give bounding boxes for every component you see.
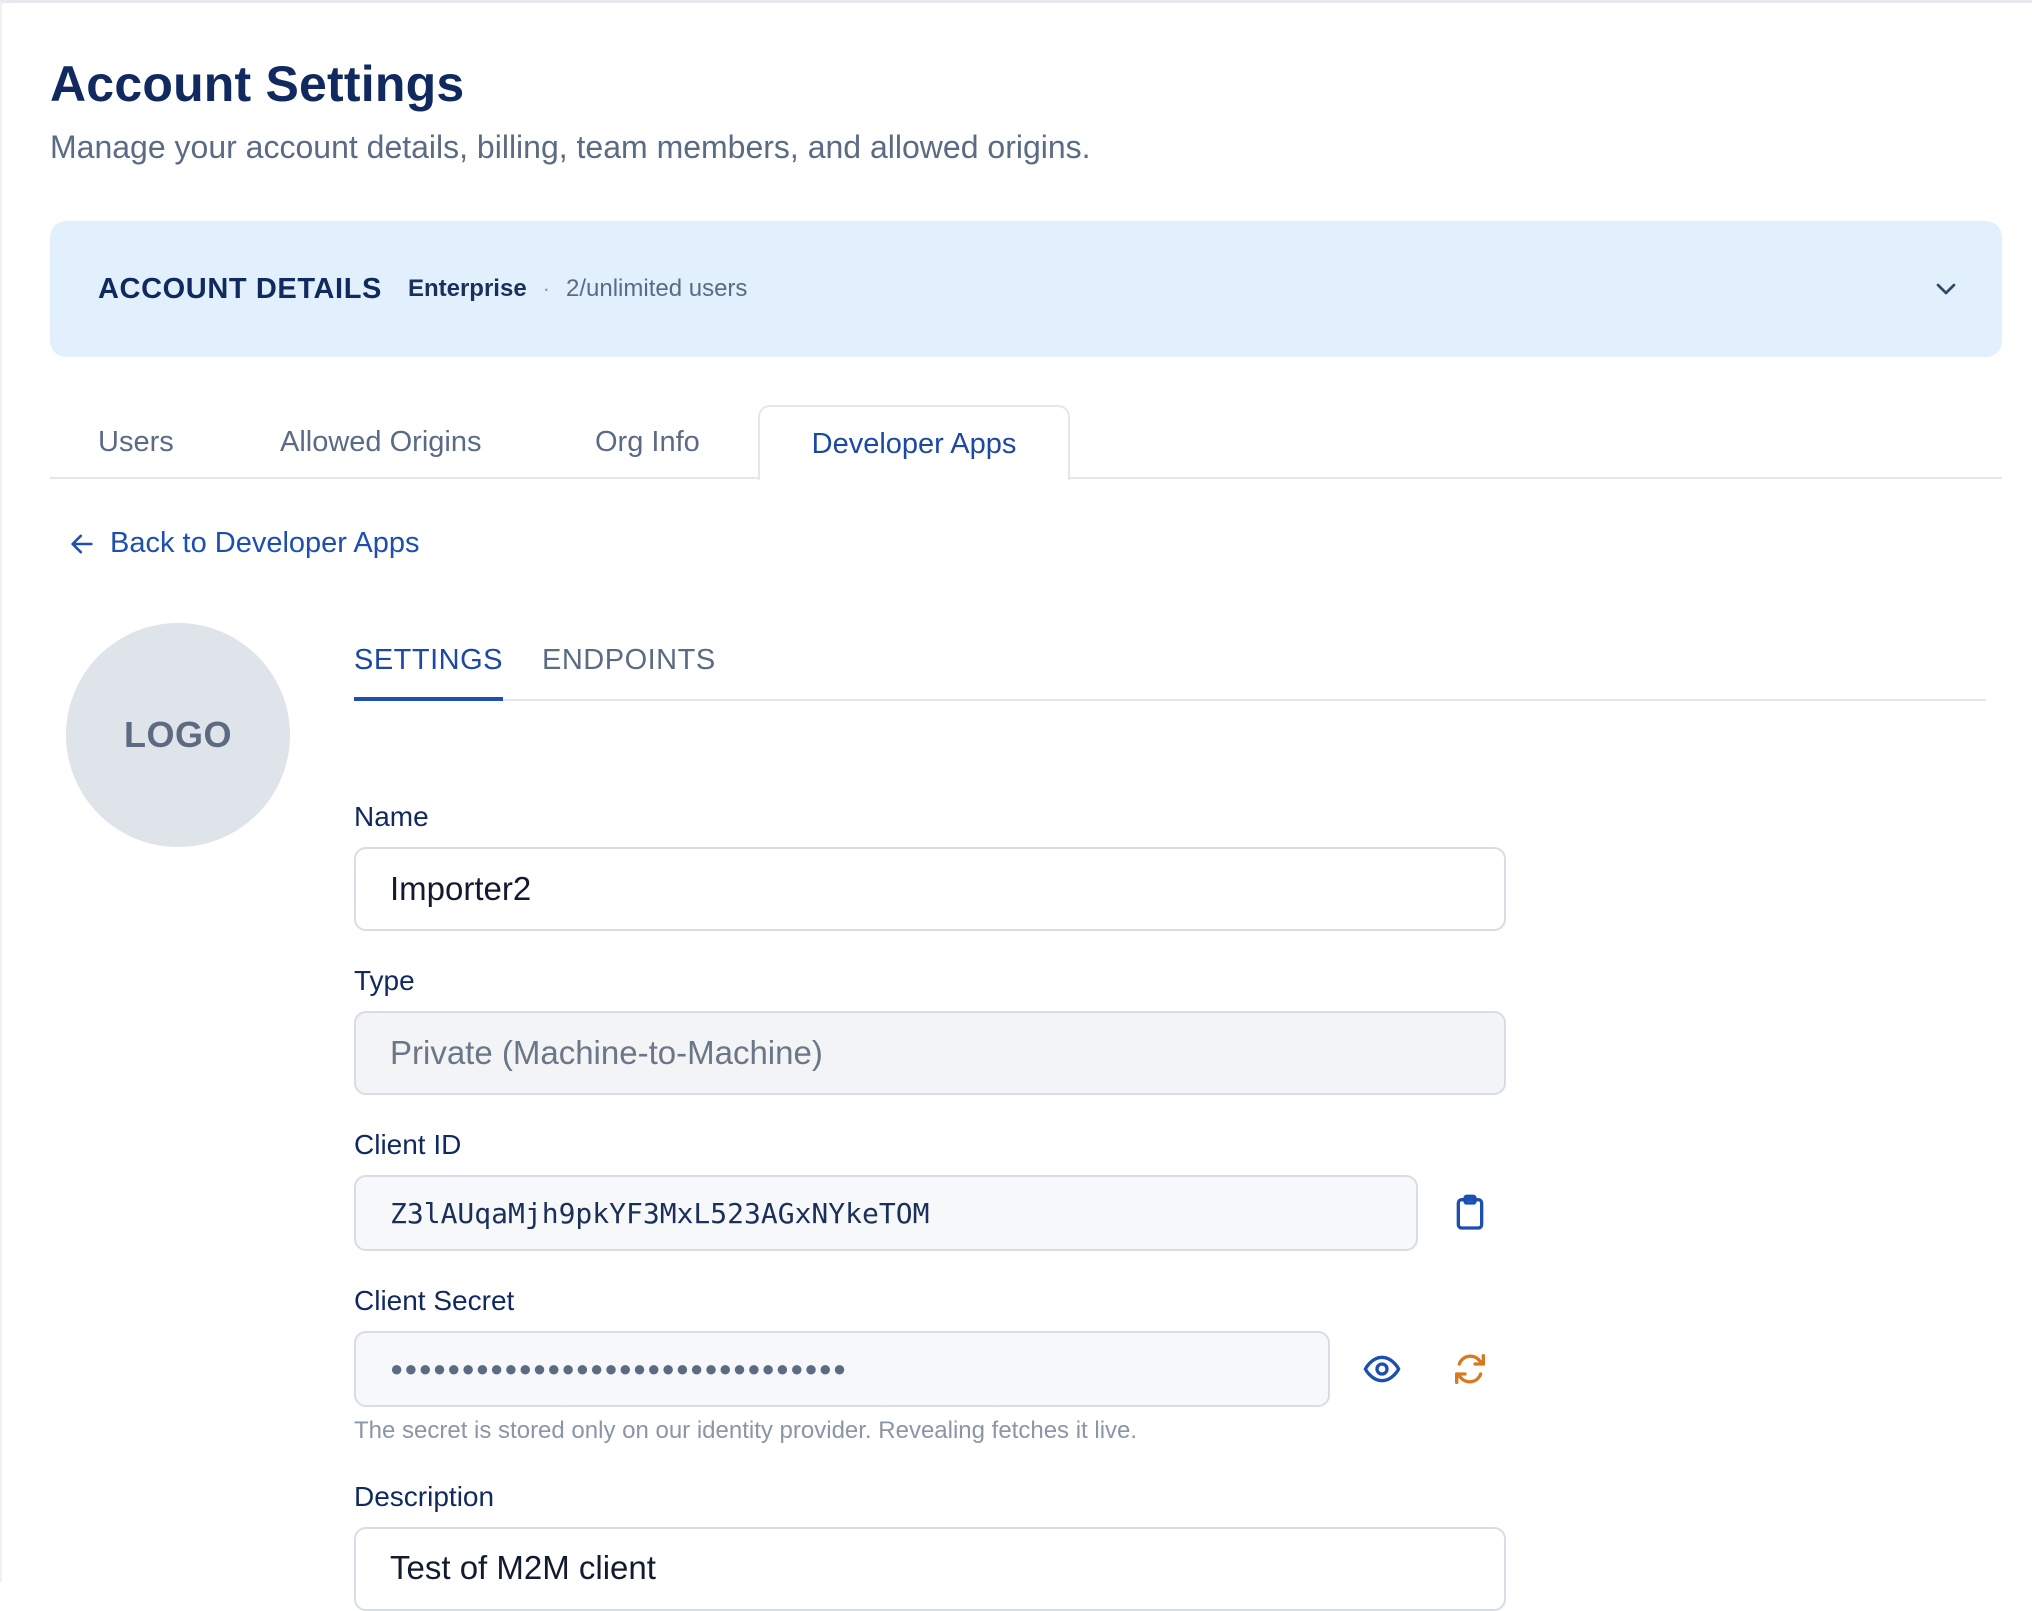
- name-input[interactable]: Importer2: [354, 847, 1506, 931]
- account-details-banner[interactable]: ACCOUNT DETAILS Enterprise · 2/unlimited…: [50, 221, 2002, 357]
- client-secret-field[interactable]: ●●●●●●●●●●●●●●●●●●●●●●●●●●●●●●●●: [354, 1331, 1330, 1407]
- description-label: Description: [354, 1481, 495, 1512]
- page-title: Account Settings: [50, 56, 465, 112]
- name-label: Name: [354, 801, 429, 832]
- back-to-developer-apps-link[interactable]: Back to Developer Apps: [68, 527, 420, 560]
- tab-developer-apps[interactable]: Developer Apps: [758, 405, 1070, 481]
- tab-org-info[interactable]: Org Info: [595, 405, 700, 479]
- app-subtabs: SETTINGS ENDPOINTS: [354, 635, 1986, 701]
- back-link-label: Back to Developer Apps: [110, 527, 420, 559]
- type-field: Private (Machine-to-Machine): [354, 1011, 1506, 1095]
- app-logo[interactable]: LOGO: [66, 623, 290, 847]
- account-details-title: ACCOUNT DETAILS: [98, 272, 382, 305]
- chevron-down-icon[interactable]: [1930, 273, 1962, 305]
- description-input[interactable]: Test of M2M client: [354, 1527, 1506, 1611]
- settings-page: Account Settings Manage your account det…: [0, 0, 2032, 1611]
- client-id-field[interactable]: Z3lAUqaMjh9pkYF3MxL523AGxNYkeTOM: [354, 1175, 1418, 1251]
- client-secret-label: Client Secret: [354, 1285, 515, 1316]
- arrow-left-icon: [71, 534, 93, 553]
- subtab-endpoints[interactable]: ENDPOINTS: [542, 635, 716, 701]
- subtab-settings[interactable]: SETTINGS: [354, 635, 504, 701]
- clipboard-icon[interactable]: [1450, 1193, 1490, 1233]
- client-secret-help-text: The secret is stored only on our identit…: [354, 1417, 1138, 1444]
- user-count: 2/unlimited users: [566, 275, 748, 302]
- tab-allowed-origins[interactable]: Allowed Origins: [280, 405, 481, 479]
- plan-badge: Enterprise: [407, 275, 527, 302]
- page-subtitle: Manage your account details, billing, te…: [50, 129, 1091, 165]
- refresh-icon[interactable]: [1450, 1349, 1490, 1389]
- client-id-label: Client ID: [354, 1129, 462, 1160]
- type-label: Type: [354, 965, 415, 996]
- tab-users[interactable]: Users: [98, 405, 174, 479]
- settings-tabs: Users Allowed Origins Org Info Developer…: [50, 405, 2002, 481]
- eye-icon[interactable]: [1362, 1349, 1402, 1389]
- separator-dot: ·: [542, 276, 550, 301]
